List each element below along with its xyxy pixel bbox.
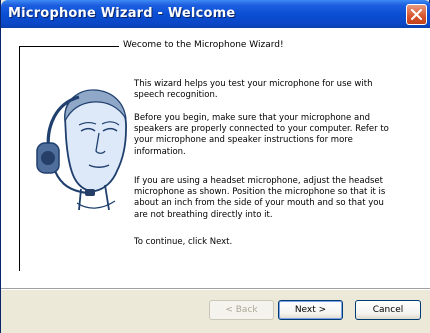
setup-paragraph: Before you begin, make sure that your mi… [134, 113, 389, 157]
cancel-button[interactable]: Cancel [355, 300, 421, 320]
intro-paragraph: This wizard helps you test your micropho… [134, 79, 373, 101]
earpiece-cap [41, 151, 55, 165]
title-bar[interactable]: Microphone Wizard - Welcome [1, 0, 430, 28]
mic-tip [85, 189, 95, 196]
microphone-wizard-window: Microphone Wizard - Welcome Wecome to th… [0, 0, 430, 333]
headset-illustration [36, 89, 127, 211]
back-button[interactable]: < Back [209, 300, 274, 320]
continue-paragraph: To continue, click Next. [134, 237, 233, 247]
window-title: Microphone Wizard - Welcome [8, 6, 236, 21]
frame-bracket-top [19, 46, 119, 47]
frame-bracket-left [19, 46, 20, 271]
close-icon [411, 9, 422, 20]
headset-paragraph: If you are using a headset microphone, a… [134, 176, 386, 220]
close-button[interactable] [406, 4, 427, 25]
wizard-heading: Wecome to the Microphone Wizard! [123, 40, 284, 50]
next-button[interactable]: Next > [278, 300, 343, 320]
